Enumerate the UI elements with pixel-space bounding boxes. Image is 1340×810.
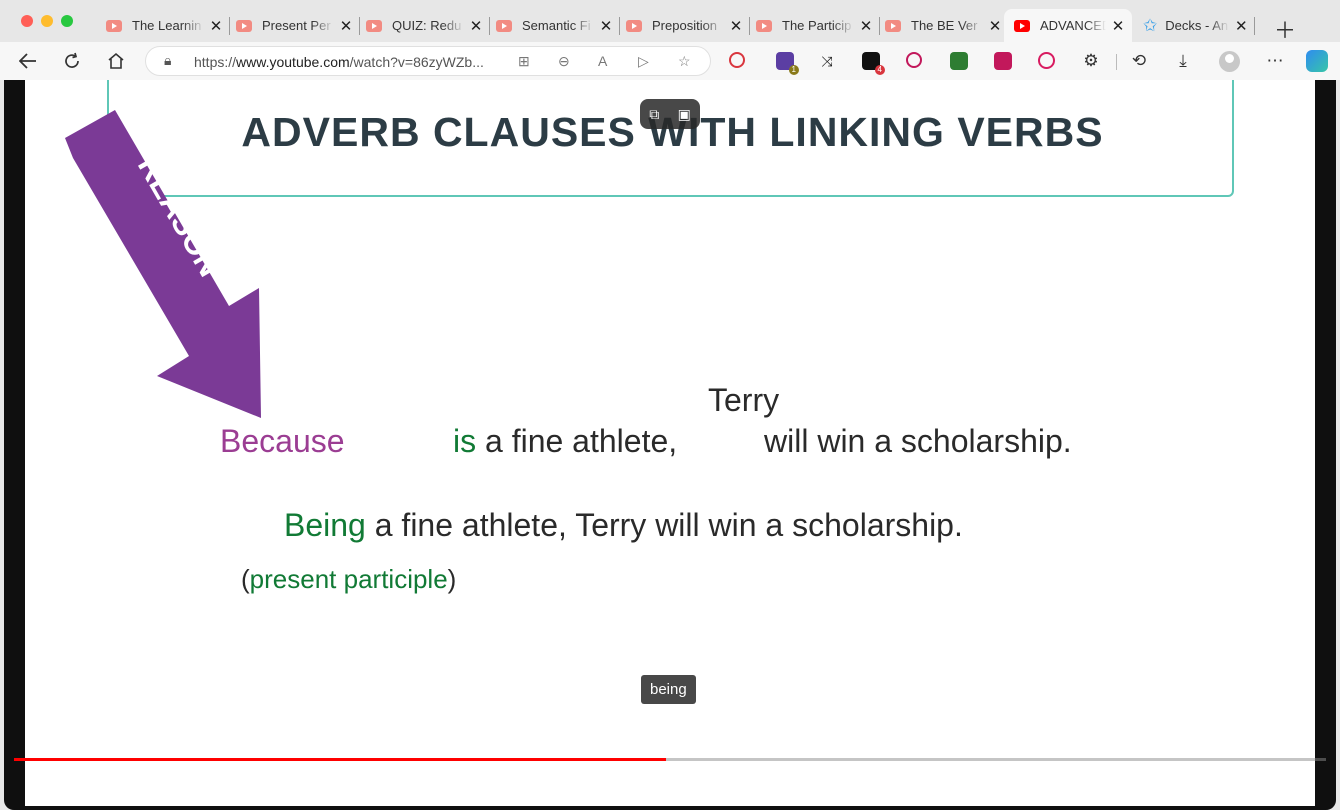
reason-arrow: REASON [65,110,261,418]
history-icon[interactable]: ⟲ [1128,50,1150,72]
progress-played [14,758,667,761]
close-tab-icon[interactable]: ✕ [728,17,744,35]
youtube-icon [106,19,122,32]
tab-the-be-verb[interactable]: The BE Ver ✕ [885,9,1003,42]
close-tab-icon[interactable]: ✕ [208,17,224,35]
extensions-puzzle-icon[interactable]: ⚙ [1080,50,1102,72]
url-text: https://www.youtube.com/watch?v=86zyWZb.… [194,54,484,70]
new-tab-button[interactable]: ＋ [1274,13,1296,45]
tab-title: Preposition [652,18,718,33]
clause-rest: a fine athlete, [476,423,678,459]
close-paren: ) [447,564,457,594]
sentence-because: Because [220,423,345,460]
profile-avatar[interactable] [1219,51,1240,72]
screen-record-extension-icon[interactable] [906,52,922,68]
app-available-icon[interactable]: ⊞ [518,53,530,70]
shuffle-extension-icon[interactable]: ⤨ [818,52,836,70]
star-deck-icon: ✩ [1143,15,1158,35]
tab-title: Semantic Fi [522,18,591,33]
read-aloud-icon[interactable]: A [598,53,607,69]
tab-the-participle[interactable]: The Particip ✕ [756,9,880,42]
back-arrow-icon[interactable] [17,50,39,72]
tab-present-perfect[interactable]: Present Per ✕ [236,9,360,42]
open-paren: ( [241,564,250,594]
trello-extension-icon[interactable] [994,52,1012,70]
favorite-star-icon[interactable]: ☆ [678,53,691,70]
because-word: Because [220,423,345,459]
tab-decks[interactable]: ✩ Decks - An ✕ [1143,9,1256,42]
downloads-icon[interactable]: ⤓ [1172,50,1194,72]
being-sentence-rest: a fine athlete, Terry will win a scholar… [365,507,963,543]
close-tab-icon[interactable]: ✕ [1110,17,1126,35]
download-green-extension-icon[interactable] [950,52,968,70]
tab-title: QUIZ: Redu [392,18,462,33]
camera-extension-icon[interactable]: 4 [862,52,885,75]
address-bar[interactable]: 🔒︎ https://www.youtube.com/watch?v=86zyW… [145,46,711,76]
tab-title: The BE Ver [911,18,978,33]
tab-strip: The Learnin ✕ Present Per ✕ QUIZ: Redu ✕… [0,0,1340,45]
sentence-being: Being a fine athlete, Terry will win a s… [284,507,963,544]
tab-advanced-active[interactable]: ADVANCED ✕ [1004,9,1132,42]
being-word: Being [284,507,366,543]
tab-quiz[interactable]: QUIZ: Redu ✕ [366,9,490,42]
youtube-icon [236,19,252,32]
pip-controls: ⧉ ▣ [640,99,700,129]
tab-semantic[interactable]: Semantic Fi ✕ [496,9,620,42]
close-tab-icon[interactable]: ✕ [468,17,484,35]
sentence-is-clause: is a fine athlete, [453,423,677,460]
tab-preposition[interactable]: Preposition ✕ [626,9,750,42]
tab-title: ADVANCED [1040,18,1106,33]
youtube-icon [366,19,382,32]
is-word: is [453,423,477,459]
maximize-window-button[interactable] [61,15,73,27]
pen-extension-icon[interactable]: 1 [776,52,799,75]
copilot-icon[interactable] [1306,50,1328,72]
minimize-window-button[interactable] [41,15,53,27]
youtube-icon [626,19,642,32]
tab-title: Decks - An [1165,18,1229,33]
present-participle-label: present participle [249,564,448,594]
close-tab-icon[interactable]: ✕ [1233,17,1249,35]
caption-text: being [641,675,696,704]
badge: 1 [788,65,799,75]
tab-title: The Learnin [132,18,202,33]
present-participle-note: (present participle) [241,564,456,595]
close-tab-icon[interactable]: ✕ [598,17,614,35]
progress-bar[interactable] [14,758,1326,761]
youtube-icon [885,19,901,32]
magnifier-extension-icon[interactable] [729,52,745,68]
youtube-icon [1014,19,1030,32]
browser-toolbar: 🔒︎ https://www.youtube.com/watch?v=86zyW… [0,42,1340,80]
more-menu-icon[interactable]: ⋯ [1264,50,1286,72]
immersive-reader-icon[interactable]: ▷ [638,53,649,70]
reload-icon[interactable] [61,50,83,72]
exit-pip-icon[interactable]: ⧉ [649,106,659,123]
youtube-icon [756,19,772,32]
close-tab-icon[interactable]: ✕ [858,17,874,35]
home-icon[interactable] [105,50,127,72]
zoom-out-icon[interactable]: ⊖ [558,53,570,70]
video-player[interactable]: ADVERB CLAUSES WITH LINKING VERBS ⧉ ▣ RE… [4,80,1336,810]
play-extension-icon[interactable] [1038,52,1055,69]
tab-the-learning[interactable]: The Learnin ✕ [106,9,230,42]
video-magic-icon[interactable]: ▣ [678,106,691,123]
lock-icon[interactable]: 🔒︎ [164,52,171,69]
close-tab-icon[interactable]: ✕ [987,17,1003,35]
tab-title: The Particip [782,18,852,33]
close-window-button[interactable] [21,15,33,27]
youtube-icon [496,19,512,32]
badge: 4 [874,65,885,75]
close-tab-icon[interactable]: ✕ [338,17,354,35]
inserted-subject-terry: Terry [708,382,780,418]
video-frame: ADVERB CLAUSES WITH LINKING VERBS ⧉ ▣ RE… [25,80,1315,806]
sentence-main-clause: will win a scholarship. [764,423,1072,460]
tab-title: Present Per [262,18,331,33]
main-clause: will win a scholarship. [764,423,1072,459]
